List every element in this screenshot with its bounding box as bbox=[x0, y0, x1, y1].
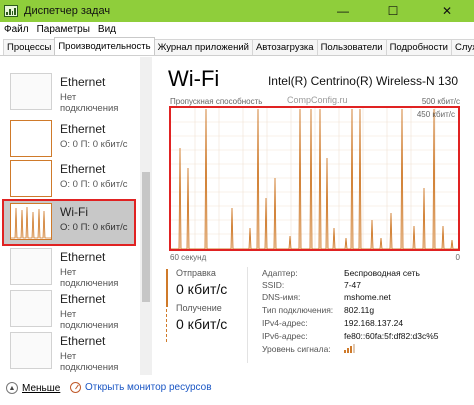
prop-ipv6-value: fe80::60fa:5f:df82:d3c%5 bbox=[344, 331, 439, 341]
prop-ipv6-key: IPv6-адрес: bbox=[262, 331, 308, 341]
prop-ipv4-key: IPv4-адрес: bbox=[262, 318, 308, 328]
send-value: 0 кбит/с bbox=[176, 281, 228, 297]
prop-conn-type-key: Тип подключения: bbox=[262, 305, 334, 315]
graph-min-label: 0 bbox=[455, 253, 460, 262]
device-list-scrollbar[interactable] bbox=[140, 57, 152, 375]
device-name: Wi-Fi bbox=[60, 205, 88, 219]
prop-ssid-key: SSID: bbox=[262, 280, 285, 290]
prop-dns-key: DNS-имя: bbox=[262, 292, 301, 302]
device-item-ethernet-1[interactable]: Ethernet Нет подключения bbox=[2, 69, 136, 116]
device-status: Нет подключения bbox=[60, 351, 119, 373]
prop-ssid-value: 7-47 bbox=[344, 280, 362, 290]
detail-panel: Wi-Fi Intel(R) Centrino(R) Wireless-N 13… bbox=[152, 57, 474, 375]
device-name: Ethernet bbox=[60, 162, 106, 176]
prop-adapter-key: Адаптер: bbox=[262, 268, 298, 278]
minimize-button[interactable]: — bbox=[328, 0, 358, 22]
device-item-ethernet-5[interactable]: Ethernet Нет подключения bbox=[2, 286, 136, 333]
resource-monitor-link[interactable]: Открыть монитор ресурсов bbox=[70, 382, 212, 393]
divider bbox=[247, 267, 248, 363]
wifi-thumbnail-graph bbox=[10, 203, 52, 240]
scrollbar-thumb[interactable] bbox=[142, 172, 150, 302]
receive-indicator bbox=[166, 304, 168, 342]
throughput-graph: 450 кбит/с bbox=[169, 106, 460, 251]
receive-label: Получение bbox=[176, 303, 222, 313]
send-label: Отправка bbox=[176, 268, 216, 278]
menu-view[interactable]: Вид bbox=[94, 24, 120, 35]
device-thumbnail bbox=[10, 290, 52, 327]
device-thumbnail bbox=[10, 332, 52, 369]
device-status: Нет подключения bbox=[60, 92, 119, 114]
resource-monitor-icon bbox=[70, 382, 81, 393]
tab-performance[interactable]: Производительность bbox=[54, 37, 155, 55]
prop-signal-key: Уровень сигнала: bbox=[262, 344, 331, 354]
device-status: О: 0 П: 0 кбит/с bbox=[60, 222, 128, 233]
device-status: О: 0 П: 0 кбит/с bbox=[60, 139, 128, 150]
tab-strip: Процессы Производительность Журнал прило… bbox=[0, 37, 474, 56]
device-status: О: 0 П: 0 кбит/с bbox=[60, 179, 128, 190]
device-thumbnail bbox=[10, 73, 52, 110]
device-name: Ethernet bbox=[60, 75, 106, 89]
device-item-ethernet-3[interactable]: Ethernet О: 0 П: 0 кбит/с bbox=[2, 156, 136, 203]
chevron-up-icon: ▲ bbox=[6, 382, 18, 394]
adapter-title: Wi-Fi bbox=[168, 66, 220, 91]
device-name: Ethernet bbox=[60, 122, 106, 136]
tab-processes[interactable]: Процессы bbox=[3, 39, 56, 55]
footer: ▲ Меньше Открыть монитор ресурсов bbox=[0, 375, 474, 405]
fewer-details-button[interactable]: ▲ Меньше bbox=[6, 382, 60, 394]
device-item-wifi[interactable]: Wi-Fi О: 0 П: 0 кбит/с bbox=[2, 199, 136, 246]
resource-monitor-label: Открыть монитор ресурсов bbox=[85, 382, 212, 393]
adapter-model: Intel(R) Centrino(R) Wireless-N 130 bbox=[267, 74, 458, 88]
device-thumbnail bbox=[10, 160, 52, 197]
signal-strength-icon bbox=[344, 344, 358, 353]
tab-services[interactable]: Службы bbox=[451, 39, 474, 55]
menu-bar: Файл Параметры Вид bbox=[0, 22, 474, 37]
graph-label: Пропускная способность bbox=[170, 97, 263, 106]
device-list: Ethernet Нет подключения Ethernet О: 0 П… bbox=[0, 57, 152, 375]
device-thumbnail bbox=[10, 120, 52, 157]
menu-file[interactable]: Файл bbox=[0, 24, 33, 35]
graph-inner-scale: 450 кбит/с bbox=[416, 110, 455, 119]
throughput-graph-svg bbox=[171, 108, 458, 249]
wifi-mini-graph bbox=[11, 206, 51, 239]
tab-details[interactable]: Подробности bbox=[385, 39, 452, 55]
send-indicator bbox=[166, 269, 168, 307]
maximize-button[interactable]: ☐ bbox=[378, 0, 408, 22]
close-button[interactable]: ✕ bbox=[432, 0, 462, 22]
device-name: Ethernet bbox=[60, 292, 106, 306]
graph-time-label: 60 секунд bbox=[170, 253, 207, 262]
receive-value: 0 кбит/с bbox=[176, 316, 228, 332]
tab-startup[interactable]: Автозагрузка bbox=[251, 39, 318, 55]
prop-conn-type-value: 802.11g bbox=[344, 305, 375, 315]
task-manager-icon bbox=[4, 5, 18, 17]
watermark: CompConfig.ru bbox=[287, 95, 348, 105]
window-title: Диспетчер задач bbox=[24, 5, 111, 17]
device-item-ethernet-4[interactable]: Ethernet Нет подключения bbox=[2, 244, 136, 291]
fewer-details-label: Меньше bbox=[22, 382, 61, 394]
menu-options[interactable]: Параметры bbox=[33, 24, 94, 35]
device-name: Ethernet bbox=[60, 334, 106, 348]
throughput-line bbox=[171, 108, 458, 249]
device-item-ethernet-6[interactable]: Ethernet Нет подключения bbox=[2, 328, 136, 375]
device-thumbnail bbox=[10, 248, 52, 285]
tab-users[interactable]: Пользователи bbox=[316, 39, 387, 55]
prop-ipv4-value: 192.168.137.24 bbox=[344, 318, 404, 328]
device-name: Ethernet bbox=[60, 250, 106, 264]
prop-adapter-value: Беспроводная сеть bbox=[344, 268, 420, 278]
tab-app-history[interactable]: Журнал приложений bbox=[153, 39, 253, 55]
prop-dns-value: mshome.net bbox=[344, 292, 391, 302]
graph-max-label: 500 кбит/с bbox=[421, 97, 460, 106]
title-bar: Диспетчер задач — ☐ ✕ bbox=[0, 0, 474, 22]
